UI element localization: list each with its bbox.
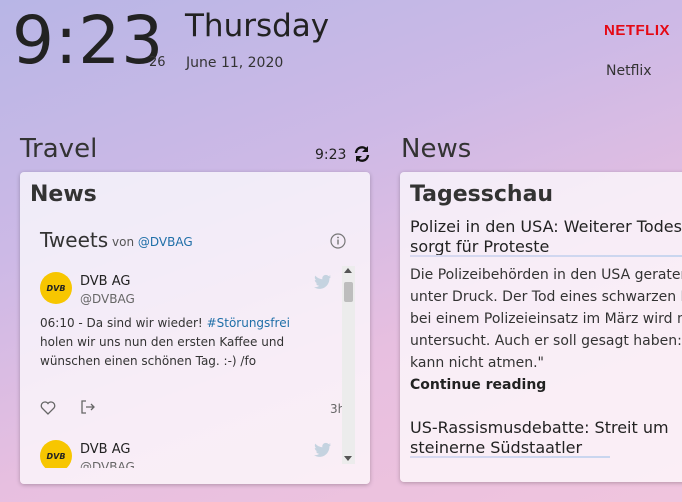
headline-line[interactable]: US-Rassismusdebatte: Streit um: [410, 418, 682, 438]
tweets-header: Tweets: [40, 228, 109, 252]
avatar[interactable]: DVB: [40, 272, 72, 304]
headline-underline: [410, 255, 682, 257]
scroll-down-icon[interactable]: [344, 456, 352, 461]
by-label: von: [112, 235, 135, 249]
headline-line[interactable]: sorgt für Proteste: [410, 237, 682, 257]
headline-underline: [410, 456, 610, 458]
share-icon[interactable]: [80, 399, 96, 419]
netflix-logo[interactable]: NETFLIX: [604, 22, 670, 39]
travel-time: 9:23: [315, 147, 347, 163]
article-headline[interactable]: US-Rassismusdebatte: Streit um steinerne…: [410, 418, 682, 458]
clock-time: 9:23: [12, 2, 165, 79]
info-icon[interactable]: [330, 233, 346, 249]
headline-line[interactable]: Polizei in den USA: Weiterer Todesfa: [410, 217, 682, 237]
card-title: News: [30, 182, 97, 207]
tweet-handle[interactable]: @DVBAG: [80, 292, 135, 306]
refresh-icon[interactable]: [353, 145, 371, 163]
tweet-list[interactable]: DVB DVB AG @DVBAG 06:10 - Da sind wir wi…: [30, 262, 360, 468]
hashtag-link[interactable]: #Störungsfrei: [207, 316, 290, 330]
continue-reading-link[interactable]: Continue reading: [410, 377, 546, 393]
article-body: Die Polizeibehörden in den USA geraten u…: [410, 264, 682, 374]
scroll-thumb[interactable]: [344, 282, 353, 302]
news-card: Tagesschau Polizei in den USA: Weiterer …: [400, 172, 682, 482]
tweet-author[interactable]: DVB AG: [80, 274, 130, 289]
body-line: bei einem Polizeieinsatz im März wird ne: [410, 311, 682, 327]
like-icon[interactable]: [40, 400, 56, 419]
headline-line[interactable]: steinerne Südstaatler: [410, 438, 682, 458]
news-section-title: News: [401, 134, 472, 164]
body-line: untersucht. Auch er soll gesagt haben: "…: [410, 333, 682, 349]
body-line: Die Polizeibehörden in den USA geraten: [410, 267, 682, 283]
clock-seconds: 26: [149, 55, 166, 70]
tweets-by: von @DVBAG: [112, 235, 193, 249]
weekday: Thursday: [185, 8, 330, 44]
body-line: unter Druck. Der Tod eines schwarzen M: [410, 289, 682, 305]
travel-section-title: Travel: [20, 134, 98, 164]
tweets-card: News Tweets von @DVBAG DVB DVB AG @DVBAG…: [20, 172, 370, 484]
body-line: kann nicht atmen.": [410, 355, 544, 371]
date: June 11, 2020: [186, 55, 284, 71]
account-link[interactable]: @DVBAG: [138, 235, 193, 249]
tweet-scrollbar[interactable]: [342, 266, 355, 464]
tweet-text-start: 06:10 - Da sind wir wieder!: [40, 316, 207, 330]
article-headline[interactable]: Polizei in den USA: Weiterer Todesfa sor…: [410, 217, 682, 257]
tweet-handle[interactable]: @DVBAG: [80, 460, 135, 468]
scroll-up-icon[interactable]: [344, 268, 352, 273]
tweet-text-end: holen wir uns nun den ersten Kaffee und …: [40, 335, 285, 368]
tweet-author[interactable]: DVB AG: [80, 442, 130, 457]
netflix-label[interactable]: Netflix: [606, 63, 652, 79]
twitter-bird-icon[interactable]: [314, 442, 332, 458]
card-title: Tagesschau: [410, 182, 554, 207]
twitter-bird-icon[interactable]: [314, 274, 332, 290]
tweet-text: 06:10 - Da sind wir wieder! #Störungsfre…: [40, 314, 310, 371]
avatar[interactable]: DVB: [40, 440, 72, 468]
